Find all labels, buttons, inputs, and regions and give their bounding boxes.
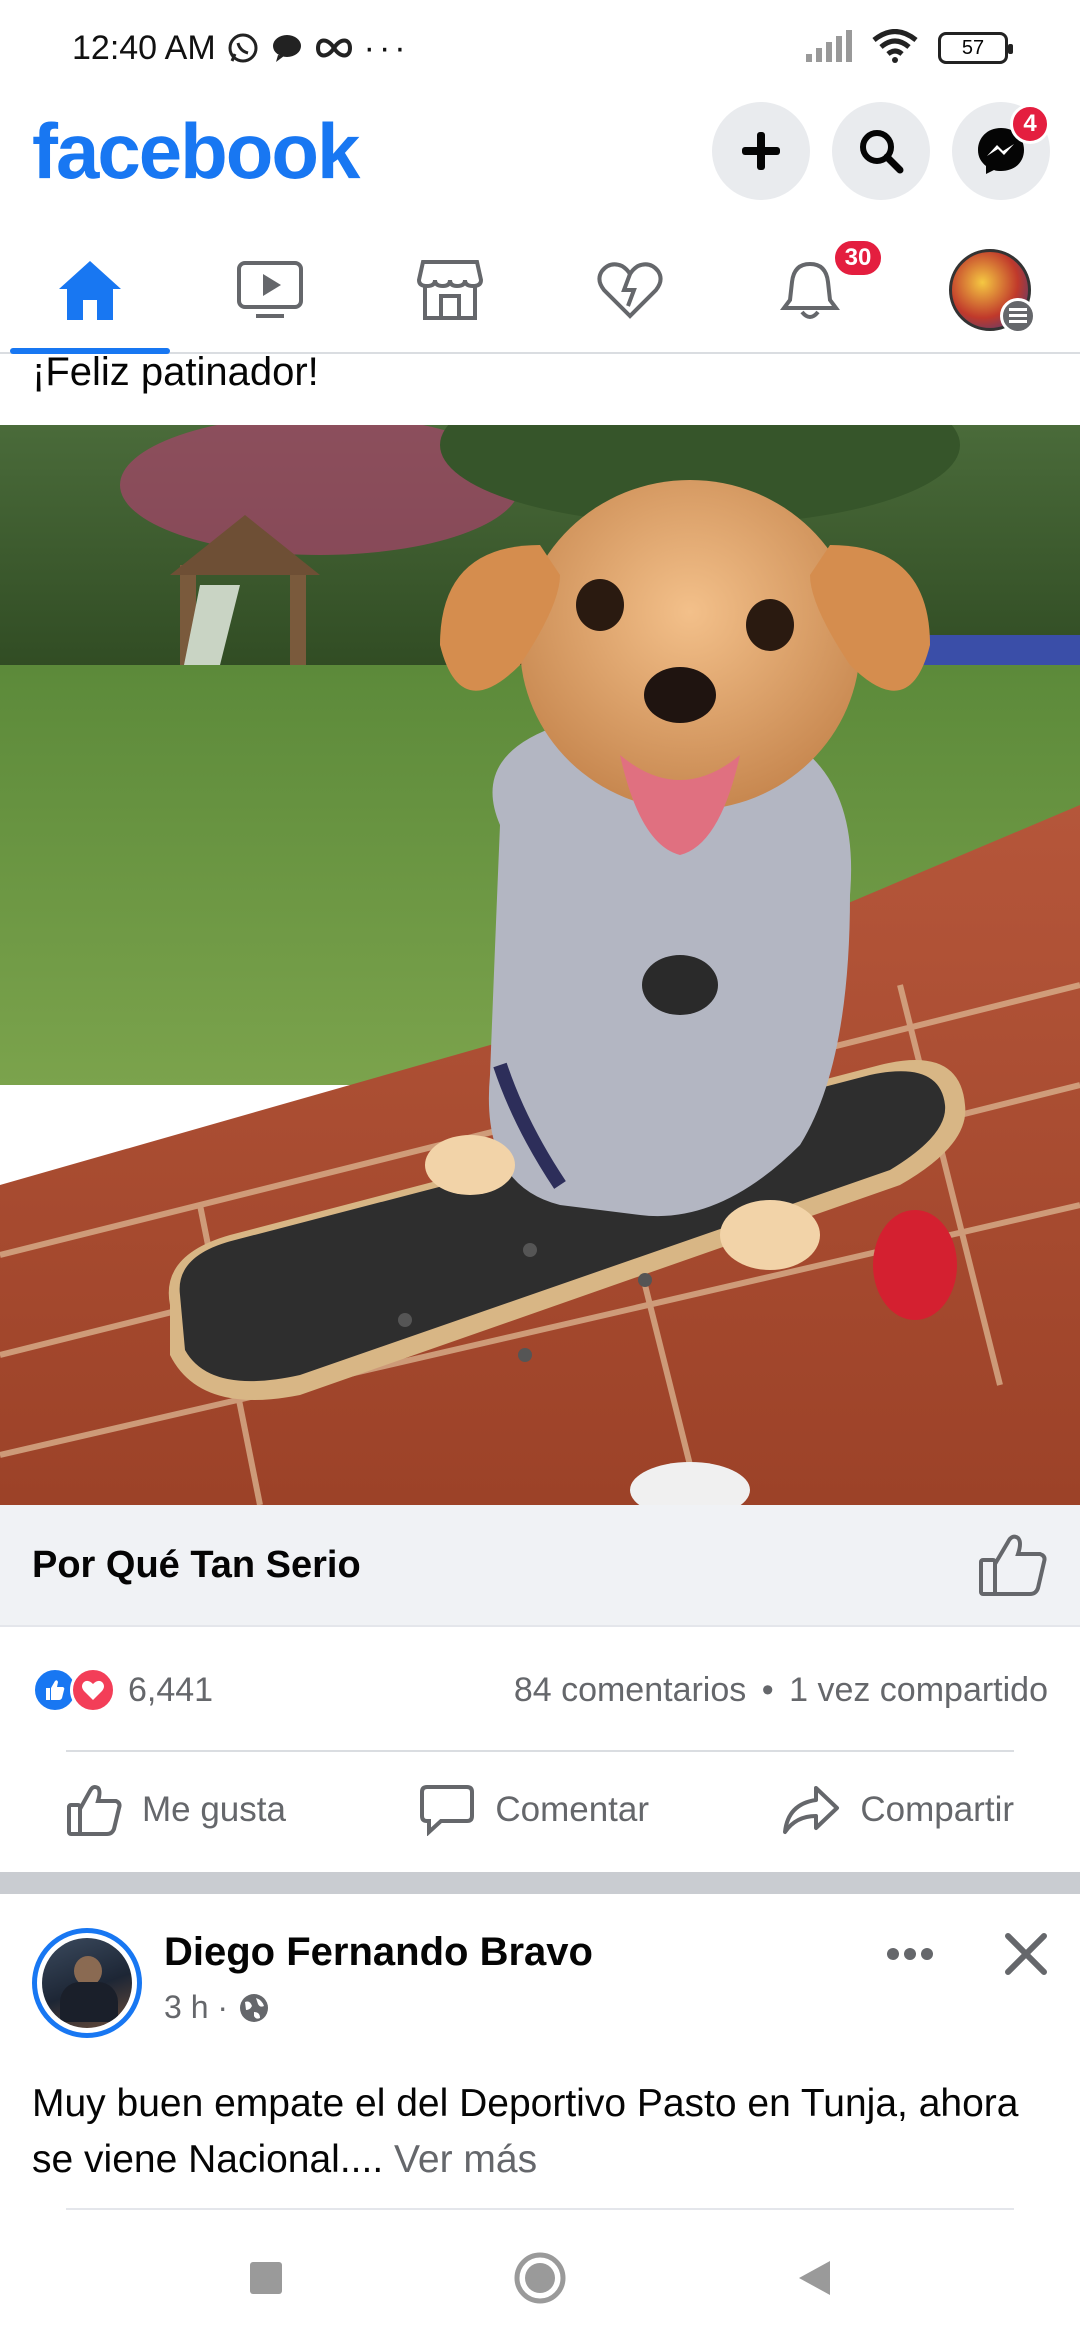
share-button[interactable]: Compartir xyxy=(782,1784,1014,1836)
facebook-logo[interactable]: facebook xyxy=(32,106,360,197)
avatar-photo xyxy=(42,1938,132,2028)
post-time: 3 h · xyxy=(164,1989,593,2026)
recents-button[interactable] xyxy=(248,2260,284,2296)
status-right: 57 xyxy=(804,28,1013,68)
heart-icon xyxy=(597,262,663,319)
system-navigation-bar xyxy=(0,2215,1080,2340)
tab-marketplace[interactable] xyxy=(360,228,540,352)
close-icon[interactable] xyxy=(1004,1932,1048,1976)
share-label: Compartir xyxy=(860,1790,1014,1829)
thumbs-up-icon xyxy=(67,1785,122,1836)
like-page-icon[interactable] xyxy=(978,1532,1048,1598)
status-left: 12:40 AM ··· xyxy=(72,29,410,68)
marketplace-icon xyxy=(417,260,483,320)
puppy-skateboard-image xyxy=(0,425,1080,1505)
signal-icon xyxy=(804,29,852,67)
tab-menu[interactable] xyxy=(900,228,1080,352)
chat-bubble-icon xyxy=(270,33,304,63)
link-title: Por Qué Tan Serio xyxy=(32,1543,361,1586)
post-tools xyxy=(886,1932,1048,1976)
reaction-count: 6,441 xyxy=(128,1670,214,1709)
status-bar: 12:40 AM ··· 57 xyxy=(0,0,1080,96)
home-button[interactable] xyxy=(514,2252,566,2304)
status-time: 12:40 AM xyxy=(72,28,216,67)
tab-dating[interactable] xyxy=(540,228,720,352)
link-preview[interactable]: Por Qué Tan Serio xyxy=(0,1505,1080,1627)
post-header: Diego Fernando Bravo 3 h · xyxy=(32,1928,1048,2038)
post-text: Muy buen empate el del Deportivo Pasto e… xyxy=(32,2076,1042,2188)
battery-indicator: 57 xyxy=(938,32,1013,64)
infinity-icon xyxy=(314,36,354,60)
wifi-icon xyxy=(872,28,918,68)
more-options-icon[interactable] xyxy=(886,1947,934,1961)
search-button[interactable] xyxy=(832,102,930,200)
post-divider xyxy=(0,1872,1080,1894)
plus-icon xyxy=(742,132,780,170)
main-nav: 30 xyxy=(0,228,1080,354)
reactions-summary[interactable]: 6,441 xyxy=(32,1667,213,1713)
like-button[interactable]: Me gusta xyxy=(66,1783,286,1837)
share-count[interactable]: 1 vez compartido xyxy=(789,1671,1048,1709)
comment-label: Comentar xyxy=(495,1790,649,1829)
author-avatar[interactable] xyxy=(32,1928,142,2038)
back-button[interactable] xyxy=(796,2259,832,2297)
tab-home[interactable] xyxy=(0,228,180,354)
messenger-badge: 4 xyxy=(1010,104,1050,144)
post-photo[interactable] xyxy=(0,425,1080,1505)
comment-button[interactable]: Comentar xyxy=(419,1784,649,1836)
comment-count[interactable]: 84 comentarios xyxy=(514,1671,746,1709)
post-caption: ¡Feliz patinador! xyxy=(32,350,319,394)
post-actions: Me gusta Comentar Compartir xyxy=(66,1750,1014,1868)
stats-separator: • xyxy=(761,1670,774,1709)
menu-icon xyxy=(1000,298,1036,334)
video-icon xyxy=(237,261,303,318)
search-icon xyxy=(860,130,904,174)
comment-icon xyxy=(420,1785,475,1836)
see-more-link[interactable]: Ver más xyxy=(394,2138,537,2181)
bell-icon xyxy=(780,261,840,319)
author-name[interactable]: Diego Fernando Bravo xyxy=(164,1930,593,1975)
more-notifications-icon: ··· xyxy=(363,28,410,67)
notifications-badge: 30 xyxy=(832,238,884,278)
like-label: Me gusta xyxy=(142,1790,286,1829)
tab-notifications[interactable]: 30 xyxy=(720,228,900,352)
create-button[interactable] xyxy=(712,102,810,200)
post-stats: 6,441 84 comentarios • 1 vez compartido xyxy=(0,1640,1080,1740)
app-header: facebook 4 xyxy=(0,96,1080,206)
globe-icon xyxy=(240,1993,269,2022)
profile-avatar xyxy=(949,249,1036,334)
tab-watch[interactable] xyxy=(180,228,360,352)
post-footer-line xyxy=(66,2208,1014,2210)
share-arrow-icon xyxy=(783,1786,840,1834)
home-icon xyxy=(59,261,121,320)
whatsapp-icon xyxy=(226,31,260,65)
love-reaction-icon xyxy=(70,1667,116,1713)
author-meta: Diego Fernando Bravo 3 h · xyxy=(164,1928,593,2026)
engagement-counts: 84 comentarios • 1 vez compartido xyxy=(514,1671,1048,1710)
post-time-text: 3 h · xyxy=(164,1989,229,2025)
messenger-button[interactable]: 4 xyxy=(952,102,1050,200)
battery-level: 57 xyxy=(961,36,985,59)
header-actions: 4 xyxy=(712,102,1050,200)
